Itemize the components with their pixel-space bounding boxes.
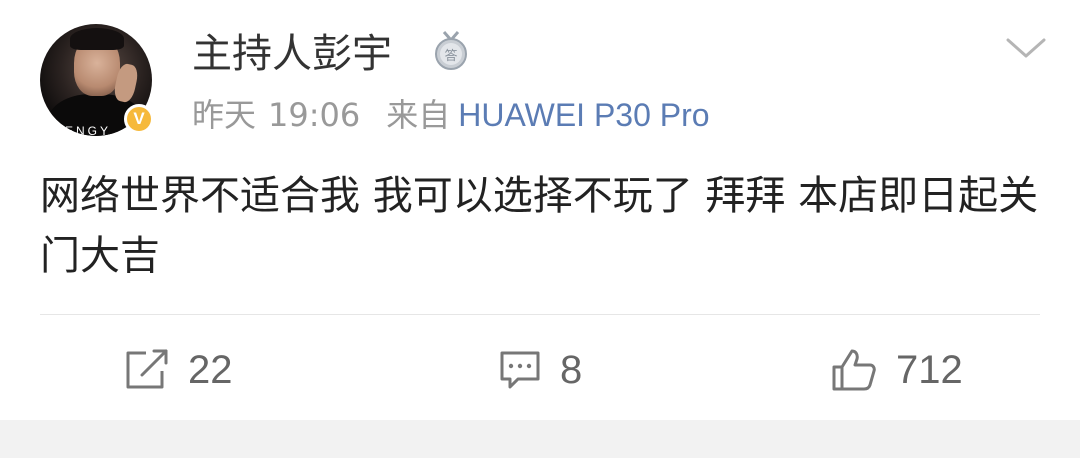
chevron-down-icon[interactable]	[1004, 34, 1048, 62]
post-text: 网络世界不适合我 我可以选择不玩了 拜拜 本店即日起关门大吉	[40, 173, 1039, 279]
author-name[interactable]: 主持人彭宇	[192, 26, 392, 82]
post-device-link[interactable]: HUAWEI P30 Pro	[458, 97, 709, 133]
svg-text:答: 答	[444, 48, 457, 64]
comment-count: 8	[560, 347, 583, 392]
verified-badge-icon: V	[124, 104, 154, 134]
post-day: 昨天	[192, 96, 257, 134]
feed-separator	[0, 420, 1080, 458]
repost-count: 22	[188, 347, 233, 392]
post-meta: 昨天 19:06 来自 HUAWEI P30 Pro	[192, 92, 710, 138]
medal-icon[interactable]: 答	[432, 30, 470, 72]
divider	[40, 314, 1040, 315]
repost-button[interactable]: 22	[124, 340, 233, 400]
share-icon	[126, 349, 168, 389]
like-button[interactable]: 712	[830, 340, 963, 400]
comment-icon	[500, 351, 540, 389]
post-time: 19:06	[268, 96, 361, 134]
like-count: 712	[896, 347, 963, 392]
comment-button[interactable]: 8	[498, 340, 582, 400]
post-source-prefix: 来自	[386, 96, 451, 134]
thumbs-up-icon	[832, 349, 876, 391]
avatar-hair-shape	[70, 28, 124, 50]
weibo-post-card: PENGY V 主持人彭宇 答 昨天 19:06 来自 HUAWEI P30 Pro …	[0, 0, 1080, 420]
